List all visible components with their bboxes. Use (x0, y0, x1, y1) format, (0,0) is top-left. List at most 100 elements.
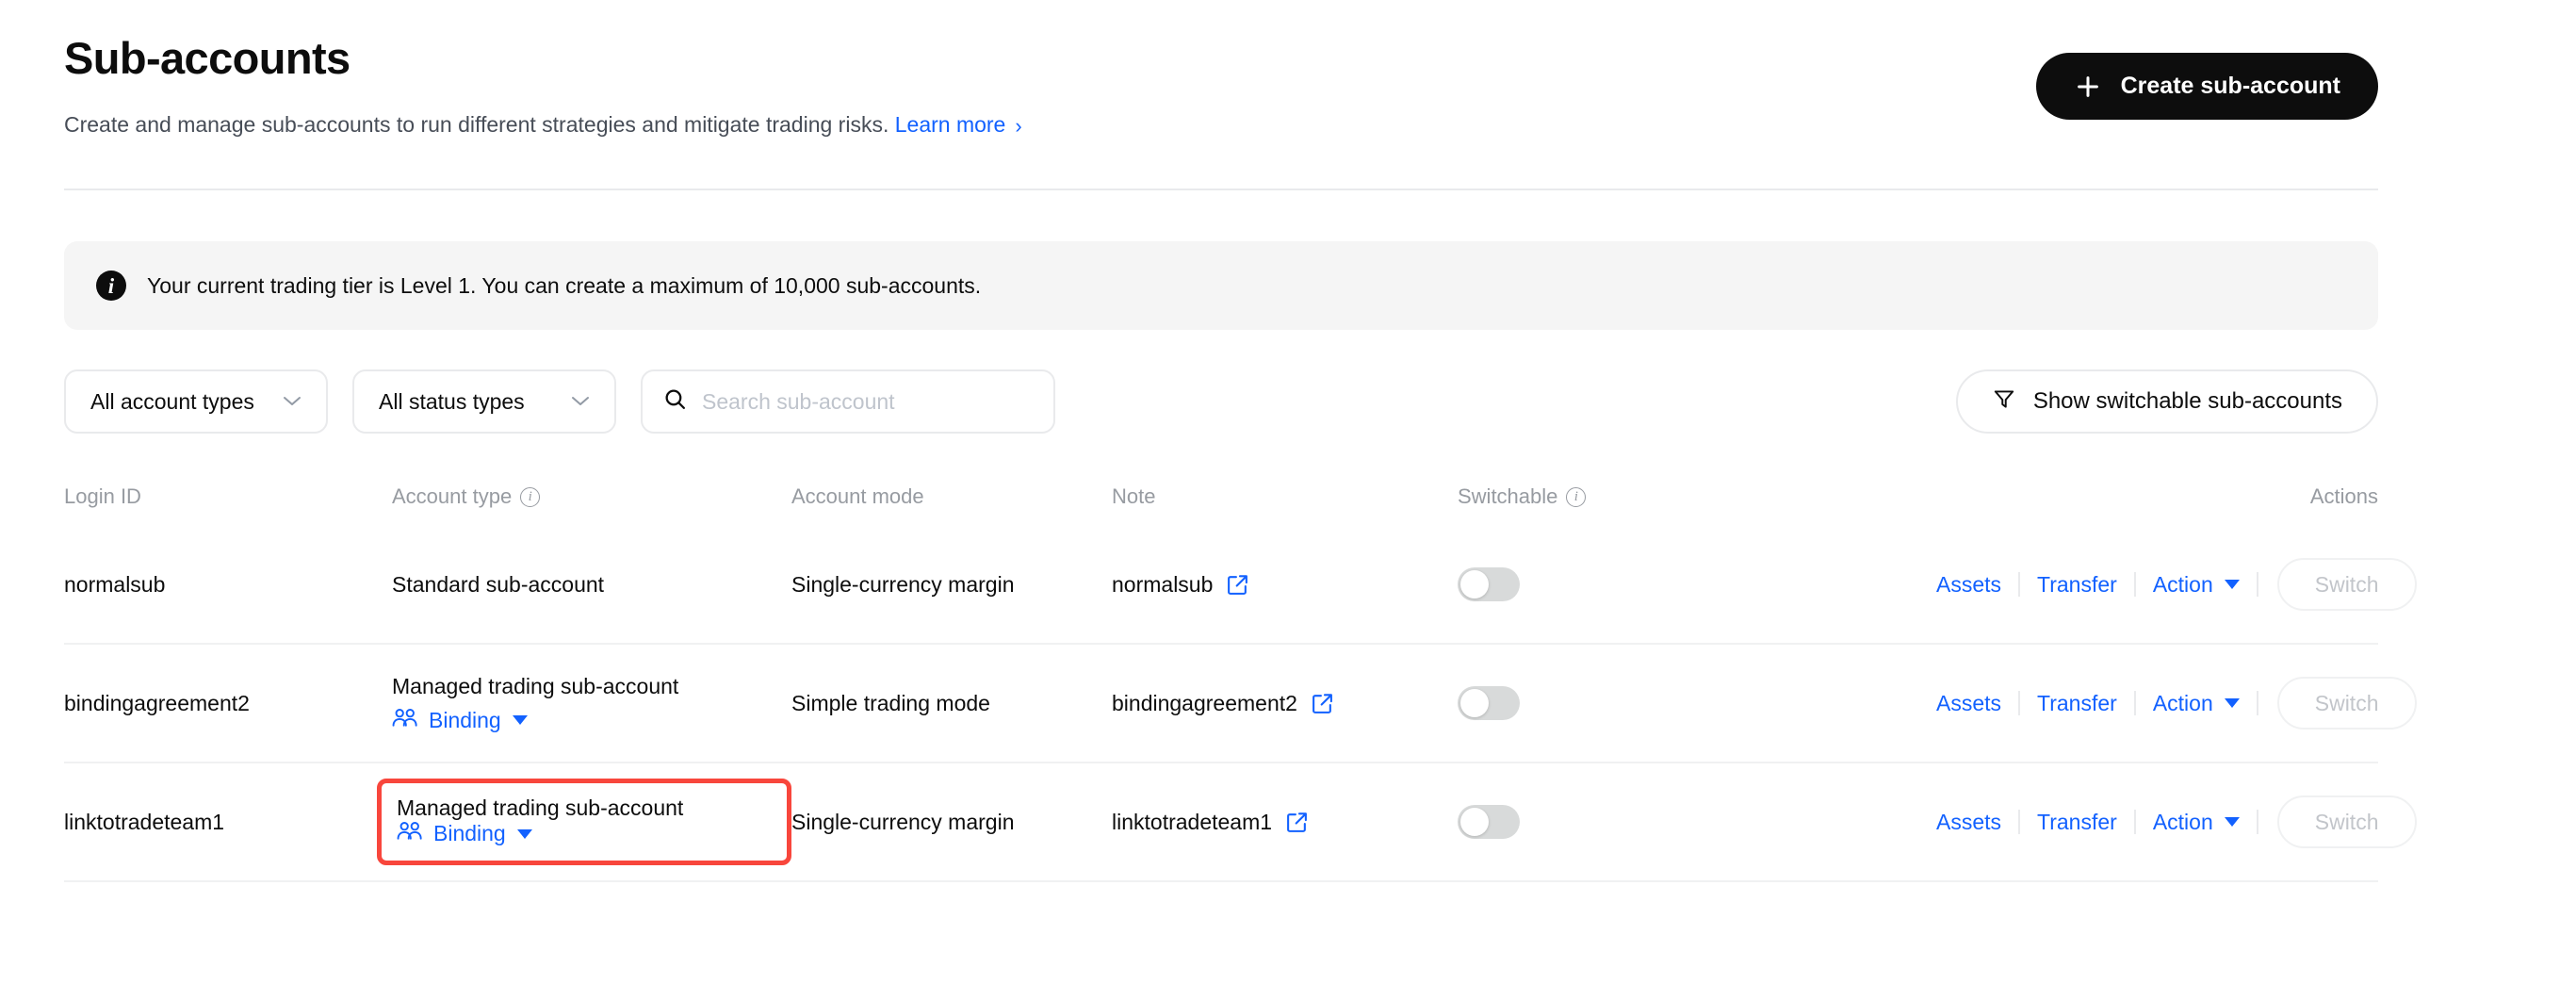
caret-down-icon (2224, 698, 2240, 708)
cell-login-id: bindingagreement2 (64, 691, 392, 716)
cell-actions: Assets Transfer Action Switch (1919, 795, 2417, 848)
caret-down-icon (516, 828, 532, 839)
table-row: bindingagreement2 Managed trading sub-ac… (64, 645, 2417, 763)
cell-account-type: Managed trading sub-account Binding (392, 674, 791, 733)
action-dropdown[interactable]: Action (2136, 810, 2257, 835)
page-title: Sub-accounts (64, 33, 351, 83)
trading-tier-banner-text: Your current trading tier is Level 1. Yo… (147, 272, 982, 298)
col-header-account-mode: Account mode (791, 484, 1112, 509)
account-mode-text: Single-currency margin (791, 571, 1015, 597)
page-subtitle-text: Create and manage sub-accounts to run di… (64, 112, 889, 138)
assets-link[interactable]: Assets (1919, 691, 2018, 716)
account-type-stack: Managed trading sub-account Binding (377, 779, 791, 865)
account-type-text: Managed trading sub-account (397, 795, 684, 820)
edit-note-icon[interactable] (1311, 692, 1334, 715)
trading-tier-banner: i Your current trading tier is Level 1. … (64, 241, 2378, 330)
caret-down-icon (2224, 817, 2240, 827)
toggle-knob (1460, 689, 1489, 717)
toggle-knob (1460, 570, 1489, 599)
action-dropdown-label: Action (2152, 690, 2213, 715)
cell-account-mode: Single-currency margin (791, 810, 1112, 835)
col-header-actions: Actions (1919, 484, 2378, 509)
binding-label: Binding (429, 707, 501, 732)
note-text: normalsub (1112, 571, 1214, 597)
assets-link[interactable]: Assets (1919, 572, 2018, 598)
switchable-toggle[interactable] (1458, 686, 1520, 720)
edit-note-icon[interactable] (1285, 811, 1309, 834)
transfer-link[interactable]: Transfer (2020, 810, 2134, 835)
action-dropdown[interactable]: Action (2136, 572, 2257, 598)
account-mode-text: Single-currency margin (791, 809, 1015, 834)
search-input[interactable] (702, 388, 1033, 415)
account-type-info-icon[interactable]: i (520, 486, 541, 507)
col-header-switchable: Switchable i (1458, 484, 1919, 509)
transfer-link[interactable]: Transfer (2020, 691, 2134, 716)
search-icon (663, 387, 687, 416)
cell-switchable (1458, 686, 1919, 720)
show-switchable-sub-accounts-button[interactable]: Show switchable sub-accounts (1955, 369, 2378, 434)
table-row: linktotradeteam1 Managed trading sub-acc… (64, 763, 2417, 882)
transfer-link[interactable]: Transfer (2020, 572, 2134, 598)
chevron-down-icon (571, 394, 590, 410)
switch-button[interactable]: Switch (2276, 677, 2417, 730)
learn-more-link[interactable]: Learn more (895, 112, 1006, 137)
row-actions: Assets Transfer Action Switch (1919, 558, 2417, 611)
account-type-filter[interactable]: All account types (64, 369, 328, 434)
sub-accounts-table: Login ID Account type i Account mode Not… (64, 467, 2417, 882)
login-id-text: bindingagreement2 (64, 690, 250, 715)
note-wrap: normalsub (1112, 572, 1249, 598)
col-header-account-mode-label: Account mode (791, 484, 924, 508)
login-id-text: normalsub (64, 571, 166, 597)
action-separator (2256, 572, 2258, 597)
create-sub-account-button[interactable]: Create sub-account (2035, 53, 2378, 120)
switch-button[interactable]: Switch (2276, 795, 2417, 848)
sub-accounts-page: Sub-accounts Create and manage sub-accou… (0, 0, 2576, 984)
show-switchable-label: Show switchable sub-accounts (2032, 388, 2342, 414)
cell-actions: Assets Transfer Action Switch (1919, 558, 2417, 611)
cell-switchable (1458, 567, 1919, 601)
note-text: linktotradeteam1 (1112, 809, 1273, 834)
account-mode-text: Simple trading mode (791, 690, 990, 715)
cell-note: linktotradeteam1 (1112, 810, 1458, 835)
binding-link[interactable]: Binding (397, 821, 532, 846)
cell-login-id: linktotradeteam1 (64, 810, 392, 835)
edit-note-icon[interactable] (1226, 573, 1249, 597)
action-dropdown-label: Action (2152, 809, 2213, 834)
account-type-text: Managed trading sub-account (392, 673, 679, 698)
switch-button[interactable]: Switch (2276, 558, 2417, 611)
status-type-filter[interactable]: All status types (352, 369, 616, 434)
switchable-info-icon[interactable]: i (1566, 486, 1587, 507)
col-header-login-id-label: Login ID (64, 484, 141, 508)
binding-label: Binding (433, 821, 506, 845)
cell-note: bindingagreement2 (1112, 691, 1458, 716)
col-header-actions-label: Actions (2309, 484, 2378, 508)
page-header: Sub-accounts Create and manage sub-accou… (64, 0, 2378, 189)
search-sub-account-box[interactable] (641, 369, 1055, 434)
filter-bar: All account types All status types Searc… (64, 369, 2378, 434)
account-type-stack: Managed trading sub-account Binding (392, 674, 678, 733)
cell-login-id: normalsub (64, 572, 392, 598)
header-divider (64, 189, 2378, 190)
switchable-toggle[interactable] (1458, 567, 1520, 601)
action-dropdown[interactable]: Action (2136, 691, 2257, 716)
binding-link[interactable]: Binding (392, 708, 678, 733)
note-text: bindingagreement2 (1112, 690, 1297, 715)
cell-note: normalsub (1112, 572, 1458, 598)
col-header-account-type: Account type i (392, 484, 791, 509)
col-header-account-type-label: Account type (392, 484, 513, 508)
filter-funnel-icon (1992, 386, 2016, 418)
cell-account-type: Standard sub-account (392, 572, 791, 598)
caret-down-icon (2224, 580, 2240, 589)
cell-account-mode: Single-currency margin (791, 572, 1112, 598)
toggle-knob (1460, 808, 1489, 836)
table-header-row: Login ID Account type i Account mode Not… (64, 467, 2378, 526)
login-id-text: linktotradeteam1 (64, 809, 225, 834)
assets-link[interactable]: Assets (1919, 810, 2018, 835)
account-type-filter-value: All account types (90, 388, 254, 414)
info-icon: i (96, 271, 126, 301)
row-actions: Assets Transfer Action Switch (1919, 795, 2417, 848)
page-container: Sub-accounts Create and manage sub-accou… (64, 0, 2417, 882)
cell-actions: Assets Transfer Action Switch (1919, 677, 2417, 730)
switchable-toggle[interactable] (1458, 805, 1520, 839)
table-row: normalsub Standard sub-account Single-cu… (64, 526, 2417, 645)
